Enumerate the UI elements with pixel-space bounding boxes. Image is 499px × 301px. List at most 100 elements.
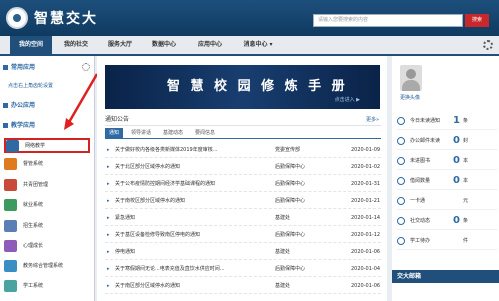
stat-unread-mail[interactable]: 办公邮件未读 0 封: [397, 132, 497, 150]
tab-notice[interactable]: 通知: [105, 128, 123, 139]
announcements-title: 通知公告: [105, 116, 130, 123]
row-title[interactable]: 停电通知: [115, 244, 255, 260]
supervision-icon: [4, 157, 17, 170]
social-icon: [397, 217, 405, 225]
academic-affairs-icon: [4, 259, 17, 272]
app-youth-league[interactable]: 共青团管理: [4, 177, 90, 192]
announcement-row[interactable]: 关于做好校内各级各类新媒体2019年度审核... 党委宣传部 2020-01-09: [105, 142, 381, 158]
user-panel: 更换头像 今日未读通知 1 条 办公邮件未读 0 封 未进图书 0 本 借阅数量 0 本 一卡通…: [392, 56, 499, 301]
red-arrow-annotation: [64, 73, 99, 130]
search-button[interactable]: 搜索: [465, 14, 489, 27]
nav-app-center[interactable]: 应用中心: [190, 36, 230, 54]
main-content: 智 慧 校 园 修 炼 手 册 点击进入 ▶ 通知公告 更多» 通知 领导讲话 …: [97, 56, 387, 301]
banner-enter-link[interactable]: 点击进入 ▶: [335, 96, 360, 103]
avatar[interactable]: [400, 65, 422, 91]
row-dept: 后勤保障中心: [275, 164, 306, 170]
youth-league-icon: [4, 178, 17, 191]
announcement-row[interactable]: 关于寒假期间无论...电表充值及直饮水供应时间... 后勤保障中心 2020-01-…: [105, 261, 381, 277]
app-label: 教务综合管理系统: [23, 263, 64, 269]
common-settings-link[interactable]: 点击右上角齿轮设置: [8, 82, 53, 89]
student-affairs-icon: [4, 279, 17, 292]
more-link[interactable]: 更多»: [366, 114, 379, 126]
change-avatar-link[interactable]: 更换头像: [400, 94, 420, 101]
stat-label: 今日未读通知: [410, 118, 441, 124]
tab-news[interactable]: 要闻信息: [191, 128, 219, 139]
row-date: 2020-01-04: [351, 266, 381, 272]
todo-icon: [397, 237, 405, 245]
row-title[interactable]: 关于北区部分区域停水的通知: [115, 159, 255, 175]
row-dept: 后勤保障中心: [275, 232, 306, 238]
app-label: 学工系统: [23, 283, 44, 289]
row-date: 2020-01-06: [351, 283, 381, 289]
bell-icon: [397, 117, 405, 125]
row-title[interactable]: 关于南区部分区域停水的通知: [115, 278, 255, 294]
announcement-row[interactable]: 关于公布疫情防控期间经济学基础课程的通知 后勤保障中心 2020-01-31: [105, 176, 381, 192]
mail-icon: [397, 137, 405, 145]
stat-label: 未进图书: [410, 158, 431, 164]
row-date: 2020-01-12: [351, 232, 381, 238]
nav-my-space[interactable]: 我的空间: [10, 36, 52, 54]
app-label: 网络教学: [25, 143, 46, 149]
announcement-row[interactable]: 紧急通知 基建处 2020-01-14: [105, 210, 381, 226]
stat-card-balance[interactable]: 一卡通 元: [397, 192, 497, 210]
announcement-row[interactable]: 关于南区部分区域停水的通知 基建处 2020-01-06: [105, 278, 381, 294]
app-online-teaching[interactable]: 网络教学: [4, 138, 90, 153]
promo-banner[interactable]: 智 慧 校 园 修 炼 手 册 点击进入 ▶: [105, 65, 380, 109]
announcement-row[interactable]: 停电通知 基建处 2020-01-06: [105, 244, 381, 260]
row-title[interactable]: 关于公布疫情防控期间经济学基础课程的通知: [115, 176, 255, 192]
app-employment[interactable]: 就业系统: [4, 197, 90, 212]
search-input[interactable]: 请输入您要搜索的内容: [313, 14, 463, 27]
mailbox-header[interactable]: 交大邮箱: [392, 270, 499, 283]
logo[interactable]: 智慧交大: [6, 6, 98, 30]
university-seal-icon: [6, 7, 28, 29]
stat-value: 1: [453, 115, 460, 126]
settings-gear-icon[interactable]: [82, 63, 90, 71]
nav-message-center[interactable]: 消息中心 ▾: [236, 36, 280, 54]
stat-label: 借阅数量: [410, 178, 431, 184]
stat-unread-notices[interactable]: 今日未读通知 1 条: [397, 112, 497, 130]
app-psychology[interactable]: 心理成长: [4, 238, 90, 253]
stat-label: 一卡通: [410, 198, 426, 204]
gear-icon[interactable]: [483, 40, 493, 50]
stat-label: 办公邮件未读: [410, 138, 441, 144]
row-title[interactable]: 紧急通知: [115, 210, 255, 226]
row-title[interactable]: 关于南校区部分区域停水的通知: [115, 193, 255, 209]
stat-value: 0: [453, 155, 460, 166]
row-date: 2020-01-02: [351, 164, 381, 170]
online-teaching-icon: [6, 139, 19, 152]
row-date: 2020-01-21: [351, 198, 381, 204]
stat-unit: 条: [463, 218, 469, 224]
announcement-row[interactable]: 关于基区设备检修导致南区停电的通知 后勤保障中心 2020-01-12: [105, 227, 381, 243]
stat-social[interactable]: 社交动态 0 条: [397, 212, 497, 230]
nav-data-center[interactable]: 数据中心: [144, 36, 184, 54]
tab-leader-speech[interactable]: 领导讲话: [127, 128, 155, 139]
stat-unit: 件: [463, 238, 469, 244]
nav-social[interactable]: 我的社交: [56, 36, 96, 54]
stat-borrowed[interactable]: 借阅数量 0 本: [397, 172, 497, 190]
stat-label: 社交动态: [410, 218, 431, 224]
nav-service-hall[interactable]: 服务大厅: [100, 36, 140, 54]
row-dept: 基建处: [275, 283, 291, 289]
stat-books[interactable]: 未进图书 0 本: [397, 152, 497, 170]
tab-construction[interactable]: 基建动态: [159, 128, 187, 139]
app-label: 就业系统: [23, 202, 44, 208]
header-bar: 智慧交大 请输入您要搜索的内容 搜索: [0, 0, 499, 36]
stat-unit: 本: [463, 178, 469, 184]
announcement-row[interactable]: 关于北区部分区域停水的通知 后勤保障中心 2020-01-02: [105, 159, 381, 175]
app-student-affairs[interactable]: 学工系统: [4, 278, 90, 293]
app-supervision[interactable]: 督管系统: [4, 156, 90, 171]
row-dept: 党委宣传部: [275, 147, 301, 153]
announcement-row[interactable]: 关于南校区部分区域停水的通知 后勤保障中心 2020-01-21: [105, 193, 381, 209]
row-date: 2020-01-09: [351, 147, 381, 153]
row-title[interactable]: 关于做好校内各级各类新媒体2019年度审核...: [115, 142, 255, 158]
row-title[interactable]: 关于寒假期间无论...电表充值及直饮水供应时间...: [115, 261, 255, 277]
app-label: 心理成长: [23, 243, 44, 249]
row-title[interactable]: 关于基区设备检修导致南区停电的通知: [115, 227, 255, 243]
app-admissions[interactable]: 招生系统: [4, 218, 90, 233]
app-academic-affairs[interactable]: 教务综合管理系统: [4, 258, 90, 273]
profile-card: 更换头像: [397, 62, 497, 102]
row-dept: 后勤保障中心: [275, 266, 306, 272]
logo-text: 智慧交大: [34, 11, 98, 27]
stat-student-todo[interactable]: 学工待办 件: [397, 232, 497, 250]
stat-label: 学工待办: [410, 238, 431, 244]
